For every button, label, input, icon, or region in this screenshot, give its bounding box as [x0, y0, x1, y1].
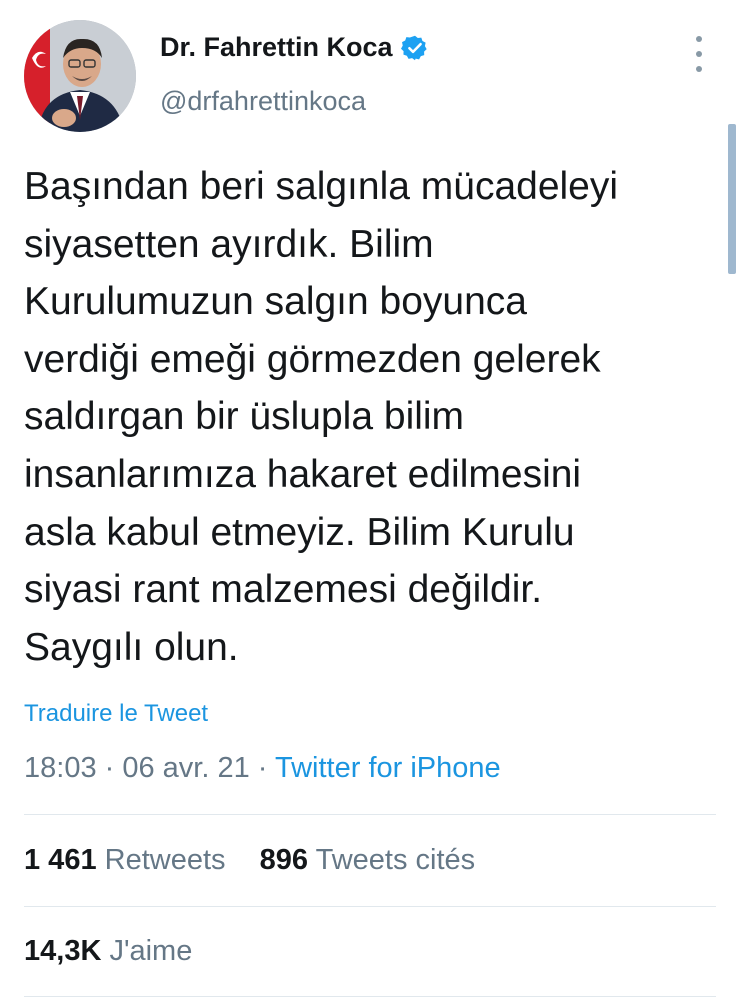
- retweets-count: 1 461: [24, 844, 97, 876]
- tweet-text-line: insanlarımıza hakaret edilmesini: [24, 452, 582, 496]
- stats-row-shares: 1 461 Retweets 896 Tweets cités: [24, 844, 475, 877]
- divider: [24, 996, 716, 997]
- tweet-text-line: siyasi rant malzemesi değildir.: [24, 568, 543, 612]
- divider: [24, 814, 716, 815]
- more-dot: [696, 51, 702, 57]
- author-header[interactable]: Dr. Fahrettin Koca: [160, 32, 429, 63]
- tweet-date[interactable]: 06 avr. 21: [122, 752, 249, 784]
- retweets-label: Retweets: [104, 844, 226, 876]
- author-handle[interactable]: @drfahrettinkoca: [160, 86, 366, 117]
- tweet-text-line: Saygılı olun.: [24, 625, 239, 669]
- meta-separator: ·: [96, 752, 123, 784]
- scrollbar[interactable]: [728, 124, 736, 274]
- avatar[interactable]: [24, 20, 136, 132]
- tweet-meta: 18:03 · 06 avr. 21 · Twitter for iPhone: [24, 752, 501, 785]
- tweet-source-link[interactable]: Twitter for iPhone: [275, 752, 501, 784]
- likes-stat[interactable]: 14,3K J'aime: [24, 935, 192, 967]
- quotes-count: 896: [259, 844, 309, 876]
- tweet-text-line: saldırgan bir üslupla bilim: [24, 395, 465, 439]
- tweet-text-line: verdiği emeği görmezden gelerek: [24, 337, 601, 381]
- tweet-text: Başından beri salgınla mücadeleyi siyase…: [24, 158, 714, 676]
- likes-label: J'aime: [109, 935, 193, 967]
- retweets-stat[interactable]: 1 461 Retweets: [24, 844, 226, 876]
- quote-tweets-stat[interactable]: 896 Tweets cités: [260, 844, 476, 876]
- divider: [24, 906, 716, 907]
- tweet-text-line: Başından beri salgınla mücadeleyi: [24, 165, 619, 208]
- more-options-icon[interactable]: [690, 36, 708, 72]
- meta-separator: ·: [249, 752, 275, 784]
- tweet-time[interactable]: 18:03: [24, 752, 97, 784]
- translate-tweet-link[interactable]: Traduire le Tweet: [24, 700, 208, 728]
- author-display-name[interactable]: Dr. Fahrettin Koca: [160, 32, 393, 63]
- tweet-text-line: asla kabul etmeyiz. Bilim Kurulu: [24, 510, 575, 554]
- avatar-image: [24, 20, 136, 132]
- quotes-label: Tweets cités: [315, 844, 476, 876]
- more-dot: [696, 66, 702, 72]
- likes-count: 14,3K: [24, 935, 102, 967]
- more-dot: [696, 36, 702, 42]
- tweet-text-line: siyasetten ayırdık. Bilim: [24, 222, 434, 266]
- tweet-text-line: Kurulumuzun salgın boyunca: [24, 280, 527, 324]
- verified-badge-icon: [400, 35, 427, 60]
- stats-row-likes: 14,3K J'aime: [24, 935, 192, 968]
